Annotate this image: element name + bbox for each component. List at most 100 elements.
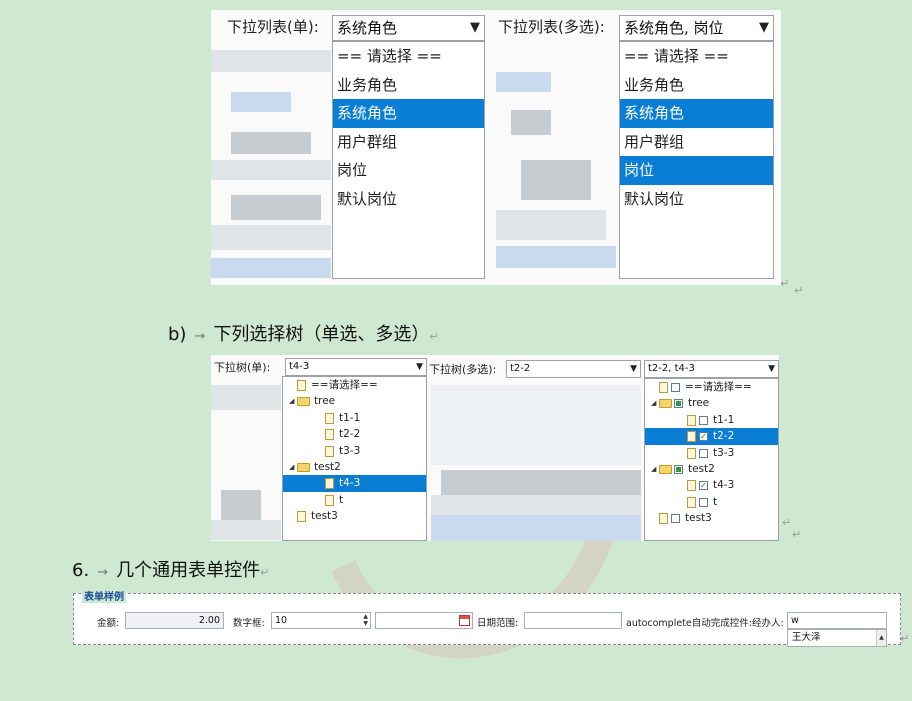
file-icon — [297, 380, 306, 391]
dropdown-option[interactable]: 业务角色 — [333, 71, 484, 100]
dropdown-option[interactable]: 用户群组 — [333, 128, 484, 157]
tree-node[interactable]: t4-3 — [283, 475, 426, 492]
tree-node-label: t1-1 — [713, 413, 735, 426]
expand-triangle-icon[interactable]: ◢ — [651, 395, 656, 411]
tree-node[interactable]: ◢ tree — [645, 395, 778, 411]
blurred-block — [431, 495, 641, 515]
dropdown-option[interactable]: 用户群组 — [620, 128, 773, 157]
section-b-heading: b) → 下列选择树（单选、多选）↵ — [168, 320, 439, 346]
file-icon — [659, 513, 668, 525]
file-icon — [659, 382, 668, 393]
tree-node[interactable]: t3-3 — [283, 443, 426, 459]
single-tree-select[interactable]: t4-3 ▼ — [285, 358, 427, 376]
tree-node[interactable]: ◢ tree — [283, 393, 426, 409]
dropdown-option[interactable]: 默认岗位 — [333, 185, 484, 214]
tree-node[interactable]: t3-3 — [645, 445, 778, 461]
tree-node[interactable]: test3 — [283, 508, 426, 524]
autocomplete-label: autocomplete自动完成控件:经办人: — [626, 618, 784, 629]
number-input[interactable]: 10 ▲ ▼ — [271, 612, 371, 629]
tree-node[interactable]: ==请选择== — [283, 377, 426, 393]
dropdown-option[interactable]: 默认岗位 — [620, 185, 773, 214]
chevron-down-icon[interactable]: ▼ — [416, 359, 423, 375]
chevron-down-icon[interactable]: ▼ — [768, 361, 775, 377]
tree-node[interactable]: ✓ t4-3 — [645, 477, 778, 493]
tree-node[interactable]: t — [283, 492, 426, 508]
multi-tree-value-expanded: t2-2, t4-3 — [648, 363, 695, 374]
autocomplete-input[interactable]: w — [787, 612, 887, 629]
folder-icon — [659, 399, 672, 409]
tree-node-label: test2 — [314, 460, 341, 473]
tree-node[interactable]: t1-1 — [283, 410, 426, 426]
tree-node[interactable]: ==请选择== — [645, 379, 778, 395]
dropdown-option[interactable]: == 请选择 == — [620, 42, 773, 71]
date-input[interactable] — [375, 612, 473, 629]
tree-node-label: ==请选择== — [311, 379, 378, 391]
amount-input[interactable]: 2.00 — [125, 612, 224, 629]
tree-node[interactable]: ◢ test2 — [645, 461, 778, 477]
scrollbar[interactable]: ▲ — [876, 630, 886, 646]
spinner-arrows-icon[interactable]: ▲ ▼ — [363, 613, 368, 627]
expand-triangle-icon[interactable]: ◢ — [651, 461, 656, 477]
tree-node[interactable]: ✓ t2-2 — [645, 428, 778, 445]
dropdown-option[interactable]: == 请选择 == — [333, 42, 484, 71]
blurred-block — [211, 385, 281, 410]
multi-dropdown-options: == 请选择 == 业务角色 系统角色 用户群组 岗位 默认岗位 — [619, 41, 774, 279]
multi-tree-label: 下拉树(多选): — [429, 363, 497, 376]
chevron-down-icon[interactable]: ▼ — [470, 16, 480, 40]
checkbox-icon[interactable] — [674, 399, 683, 409]
checkbox-icon[interactable]: ✓ — [699, 432, 708, 442]
blurred-block — [496, 246, 616, 268]
tree-node[interactable]: t — [645, 494, 778, 510]
multi-tree-select-expanded[interactable]: t2-2, t4-3 ▼ — [644, 360, 779, 378]
tree-node-label: t — [339, 493, 344, 506]
dropdown-option[interactable]: 岗位 — [620, 156, 773, 185]
checkbox-icon[interactable] — [699, 415, 708, 425]
blurred-block — [211, 520, 281, 540]
form-legend: 表单样例 — [82, 588, 126, 603]
blurred-block — [441, 470, 641, 495]
checkbox-icon[interactable] — [699, 497, 708, 507]
tree-node-label: tree — [688, 397, 710, 410]
single-dropdown-label: 下拉列表(单): — [227, 18, 319, 36]
tree-node-label: t4-3 — [339, 477, 361, 490]
file-icon — [687, 496, 696, 508]
dropdown-option[interactable]: 系统角色 — [620, 99, 773, 128]
folder-icon — [297, 397, 310, 407]
paragraph-mark: ↵ — [429, 330, 439, 343]
tree-node[interactable]: test3 — [645, 510, 778, 526]
checkbox-icon[interactable]: ✓ — [699, 481, 708, 491]
blurred-block — [496, 72, 551, 92]
checkbox-icon[interactable] — [671, 383, 680, 392]
checkbox-icon[interactable] — [699, 448, 708, 458]
tree-node-label: t2-2 — [339, 428, 361, 441]
paragraph-mark: ↵ — [794, 284, 804, 297]
single-dropdown-options: == 请选择 == 业务角色 系统角色 用户群组 岗位 默认岗位 — [332, 41, 485, 279]
checkbox-icon[interactable] — [674, 464, 683, 474]
calendar-icon[interactable] — [459, 615, 470, 626]
tree-node[interactable]: ◢ test2 — [283, 459, 426, 475]
blurred-block — [496, 210, 606, 240]
dropdown-option[interactable]: 业务角色 — [620, 71, 773, 100]
section-6-title: 几个通用表单控件 — [116, 560, 261, 581]
multi-dropdown-select[interactable]: 系统角色, 岗位 ▼ — [619, 15, 774, 41]
expand-triangle-icon[interactable]: ◢ — [289, 459, 294, 475]
blurred-block — [231, 195, 321, 220]
file-icon — [297, 511, 306, 523]
dropdown-option[interactable]: 系统角色 — [333, 99, 484, 128]
paragraph-mark: ↵ — [260, 566, 270, 579]
blurred-block — [231, 92, 291, 112]
file-icon — [325, 445, 334, 457]
tree-node[interactable]: t1-1 — [645, 412, 778, 428]
autocomplete-suggestion[interactable]: 王大泽 — [792, 632, 821, 643]
single-tree-value: t4-3 — [289, 361, 310, 372]
single-dropdown-select[interactable]: 系统角色 ▼ — [332, 15, 485, 41]
chevron-down-icon[interactable]: ▼ — [759, 16, 769, 40]
chevron-down-icon[interactable]: ▼ — [630, 361, 637, 377]
date-range-input[interactable] — [524, 612, 622, 629]
checkbox-icon[interactable] — [671, 514, 680, 524]
multi-tree-select[interactable]: t2-2 ▼ — [506, 360, 641, 378]
expand-triangle-icon[interactable]: ◢ — [289, 393, 294, 409]
tree-node[interactable]: t2-2 — [283, 426, 426, 442]
dropdown-option[interactable]: 岗位 — [333, 156, 484, 185]
tree-node-label: t3-3 — [713, 446, 735, 459]
